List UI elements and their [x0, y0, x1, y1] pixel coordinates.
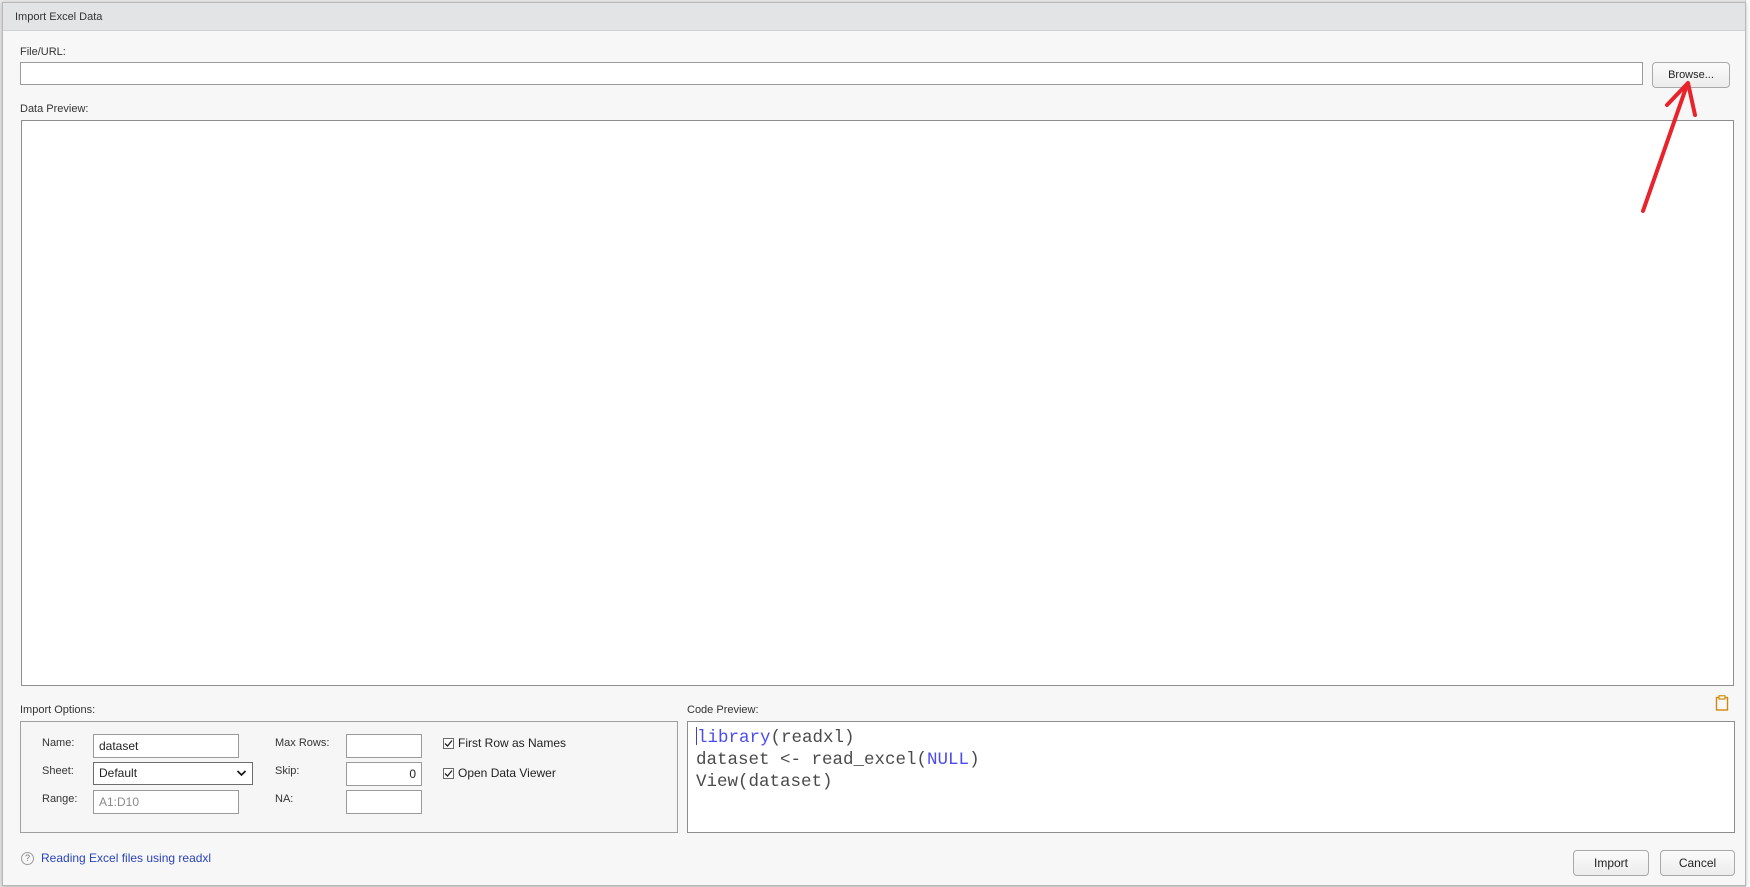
skip-label: Skip: — [275, 765, 300, 777]
help-link[interactable]: ? Reading Excel files using readxl — [21, 851, 211, 865]
name-input[interactable]: dataset — [93, 734, 239, 758]
open-data-viewer-option[interactable]: Open Data Viewer — [443, 766, 556, 780]
na-input[interactable] — [346, 790, 422, 814]
code-text: dataset <- read_excel( — [696, 750, 928, 770]
help-icon: ? — [21, 851, 34, 865]
browse-button[interactable]: Browse... — [1652, 62, 1730, 88]
code-line-3: View(dataset) — [696, 772, 833, 792]
code-text: ) — [969, 750, 980, 770]
code-keyword-null: NULL — [927, 750, 970, 770]
file-url-input[interactable] — [20, 62, 1643, 85]
first-row-names-checkbox[interactable] — [443, 737, 454, 749]
import-options-label: Import Options: — [20, 704, 96, 716]
first-row-names-option[interactable]: First Row as Names — [443, 736, 566, 750]
sheet-select[interactable]: Default — [93, 762, 253, 785]
data-preview-label: Data Preview: — [20, 103, 89, 115]
code-line-1: library(readxl) — [696, 727, 1734, 749]
code-preview-label: Code Preview: — [687, 704, 759, 716]
import-button[interactable]: Import — [1573, 850, 1649, 876]
sheet-label: Sheet: — [42, 765, 74, 777]
chevron-down-icon — [236, 770, 247, 777]
range-input[interactable]: A1:D10 — [93, 790, 239, 814]
dialog-title: Import Excel Data — [15, 11, 103, 23]
file-url-label: File/URL: — [20, 46, 66, 58]
code-text: (readxl) — [770, 728, 855, 748]
sheet-select-value: Default — [99, 766, 138, 780]
import-excel-dialog: Import Excel Data File/URL: Browse... Da… — [2, 2, 1746, 886]
code-preview-editor[interactable]: library(readxl) dataset <- read_excel(NU… — [687, 721, 1735, 833]
dialog-titlebar: Import Excel Data — [3, 3, 1745, 31]
max-rows-label: Max Rows: — [275, 737, 330, 749]
open-data-viewer-checkbox[interactable] — [443, 767, 454, 779]
data-preview-area — [21, 120, 1734, 686]
name-label: Name: — [42, 737, 75, 749]
cancel-button[interactable]: Cancel — [1660, 850, 1735, 876]
range-label: Range: — [42, 793, 78, 805]
import-options-panel: Name: dataset Sheet: Default Range: A1:D… — [20, 721, 678, 833]
copy-to-clipboard-icon[interactable] — [1715, 695, 1729, 711]
max-rows-input[interactable] — [346, 734, 422, 758]
code-keyword-library: library — [697, 728, 771, 748]
na-label: NA: — [275, 793, 294, 805]
open-data-viewer-label: Open Data Viewer — [458, 766, 556, 780]
skip-input[interactable]: 0 — [346, 762, 422, 786]
checkmark-icon — [444, 739, 453, 747]
checkmark-icon — [444, 769, 453, 777]
code-line-2: dataset <- read_excel(NULL) — [696, 749, 1734, 771]
help-link-text[interactable]: Reading Excel files using readxl — [41, 851, 211, 865]
first-row-names-label: First Row as Names — [458, 736, 567, 750]
